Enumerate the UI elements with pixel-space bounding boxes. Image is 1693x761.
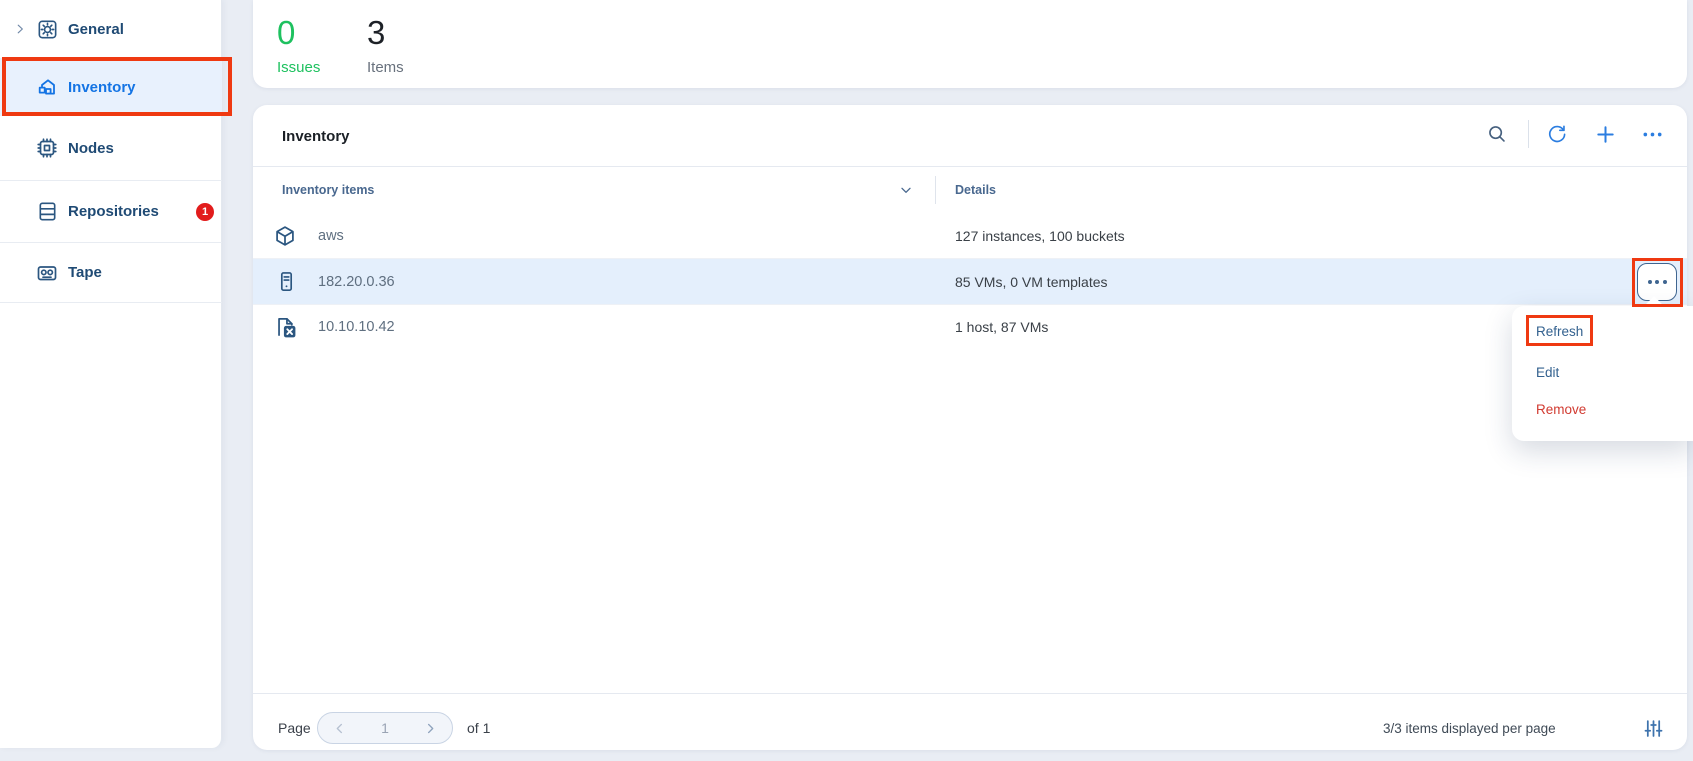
cpu-chip-icon [34,136,60,160]
page-prev-icon[interactable] [332,721,347,736]
column-header-details: Details [955,167,996,213]
page-label: Page [278,712,311,744]
issues-count: 0 [277,16,320,49]
sidebar-item-label: Repositories [68,203,159,220]
sidebar-item-inventory[interactable]: Inventory [0,58,222,116]
row-details: 1 host, 87 VMs [955,304,1048,349]
sidebar-item-repositories[interactable]: Repositories 1 [0,181,222,242]
sliders-icon[interactable] [1643,717,1664,739]
server-icon [274,259,299,304]
search-icon[interactable] [1485,122,1509,146]
cube-icon [272,213,298,258]
refresh-icon[interactable] [1545,122,1569,146]
sort-chevron-down-icon[interactable] [898,167,914,213]
row-name[interactable]: 10.10.10.42 [318,304,395,349]
stats-card [253,0,1687,88]
stat-items[interactable]: 3 Items [367,16,404,76]
gear-icon [34,18,60,41]
row-details: 85 VMs, 0 VM templates [955,259,1108,304]
items-per-page-summary: 3/3 items displayed per page [1383,712,1556,744]
items-count: 3 [367,16,404,49]
issues-label: Issues [277,59,320,76]
current-page[interactable]: 1 [381,720,389,736]
column-divider [935,176,936,204]
ellipsis-icon[interactable] [1640,122,1664,146]
menu-item-remove[interactable]: Remove [1536,395,1656,423]
database-icon [34,200,60,223]
sidebar-item-label: Inventory [68,79,136,96]
row-details: 127 instances, 100 buckets [955,213,1125,258]
tape-cassette-icon [34,261,60,285]
sidebar-item-label: Tape [68,264,102,281]
sidebar-item-nodes[interactable]: Nodes [0,116,222,180]
column-header-items[interactable]: Inventory items [282,167,374,213]
items-label: Items [367,59,404,76]
row-name[interactable]: 182.20.0.36 [318,259,395,304]
page-next-icon[interactable] [423,721,438,736]
panel-title-wrap: Inventory [282,105,350,167]
stat-issues[interactable]: 0 Issues [277,16,320,76]
sidebar-item-general[interactable]: General [0,0,222,58]
footer-divider [253,693,1687,694]
sidebar-item-label: General [68,21,124,38]
menu-item-refresh[interactable]: Refresh [1536,317,1656,345]
row-more-actions-button[interactable] [1637,263,1677,301]
row-name[interactable]: aws [318,213,344,258]
panel-title: Inventory [282,128,350,145]
app-root: General Inventory Nodes [0,0,1693,761]
toolbar-divider [1528,120,1529,148]
page-of-label: of 1 [467,712,490,744]
page-stepper[interactable]: 1 [317,712,453,744]
plus-icon[interactable] [1593,122,1617,146]
menu-item-edit[interactable]: Edit [1536,358,1656,386]
chevron-right-icon[interactable] [13,22,27,36]
sidebar-item-tape[interactable]: Tape [0,243,222,302]
repositories-count-badge: 1 [196,203,214,221]
sidebar-item-label: Nodes [68,140,114,157]
inventory-building-icon [34,75,60,99]
host-disconnected-icon [272,304,298,349]
sidebar-divider [0,302,222,303]
